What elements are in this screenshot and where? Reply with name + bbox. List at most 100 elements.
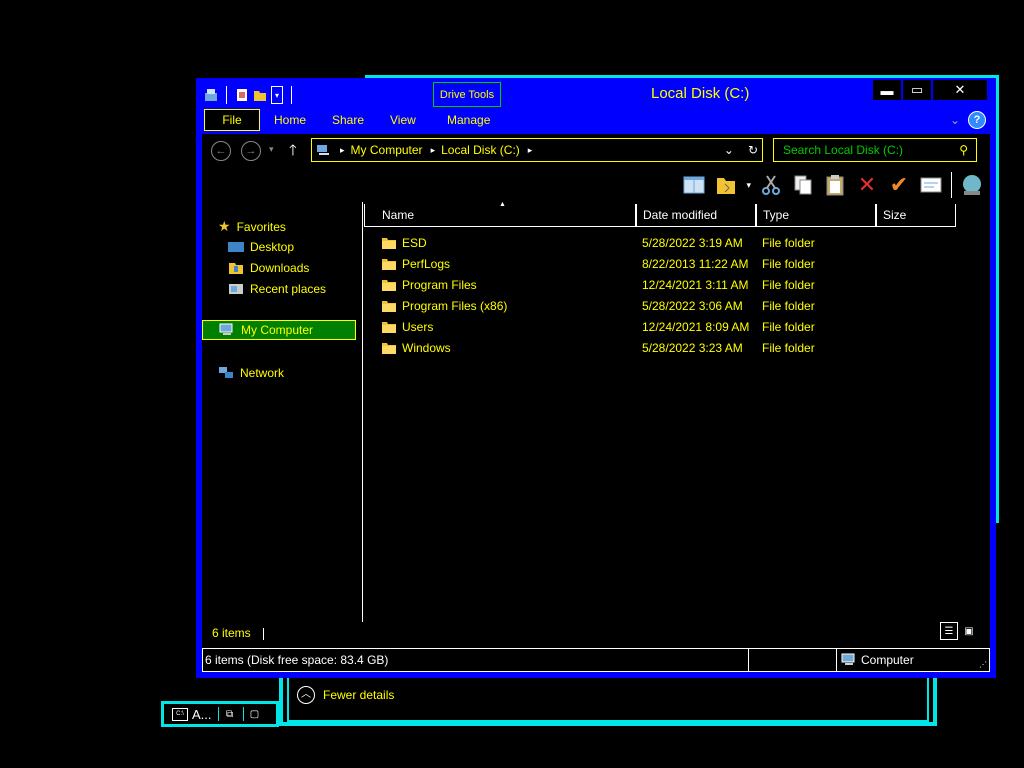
properties-icon[interactable]	[919, 173, 943, 197]
tab-drive-tools[interactable]: Drive Tools	[433, 82, 501, 107]
nav-favorites[interactable]: ★ Favorites	[218, 218, 286, 235]
window-controls: ▬ ▭ ✕	[872, 79, 988, 101]
file-name: Windows	[402, 341, 451, 355]
command-toolbar: ▾ ✕ ✔	[682, 172, 984, 198]
file-row[interactable]: Program Files (x86) 5/28/2022 3:06 AM Fi…	[364, 296, 956, 317]
refresh-icon[interactable]: ↻	[748, 143, 758, 157]
folder-icon	[382, 322, 396, 333]
copy-icon[interactable]	[791, 173, 815, 197]
minimize-button[interactable]: ▬	[872, 79, 902, 101]
downloads-icon	[229, 263, 243, 274]
nav-my-computer[interactable]: My Computer	[202, 320, 356, 340]
rename-icon[interactable]: ✔	[887, 172, 911, 197]
breadcrumb-local-disk[interactable]: Local Disk (C:)	[441, 143, 520, 157]
explorer-window: ▾ Drive Tools Local Disk (C:) ▬ ▭ ✕ File…	[196, 78, 996, 678]
maximize-icon[interactable]: ▢	[242, 707, 262, 721]
forward-button[interactable]: →	[241, 141, 261, 161]
tab-home[interactable]: Home	[274, 109, 306, 131]
search-icon[interactable]: ⚲	[959, 143, 968, 157]
delete-icon[interactable]: ✕	[855, 172, 879, 197]
fewer-details-button[interactable]: ︿ Fewer details	[297, 686, 394, 704]
item-count: 6 items	[212, 626, 251, 640]
ribbon-right-controls: ⌄ ?	[950, 111, 986, 129]
file-row[interactable]: Windows 5/28/2022 3:23 AM File folder	[364, 338, 956, 359]
network-icon	[219, 367, 233, 378]
view-switcher: ☰ ▣	[940, 622, 978, 640]
expand-ribbon-icon[interactable]: ⌄	[950, 113, 960, 127]
help-icon[interactable]: ?	[968, 111, 986, 129]
explorer-client-area: ← → ▾ 🡑 ▸ My Computer ▸ Local Disk (C:) …	[202, 134, 990, 672]
nav-downloads[interactable]: Downloads	[228, 261, 309, 275]
file-date: 12/24/2021 8:09 AM	[642, 320, 750, 334]
explorer-icon[interactable]	[204, 88, 218, 102]
preview-pane-icon[interactable]	[682, 173, 706, 197]
column-header-date-modified[interactable]: Date modified	[636, 204, 756, 226]
file-row[interactable]: ESD 5/28/2022 3:19 AM File folder	[364, 233, 956, 254]
close-button[interactable]: ✕	[932, 79, 988, 101]
taskbar-item-container: C:\ A... ⧉ ▢	[161, 701, 279, 727]
status-bar: 6 items (Disk free space: 83.4 GB) Compu…	[202, 648, 990, 672]
file-row[interactable]: PerfLogs 8/22/2013 11:22 AM File folder	[364, 254, 956, 275]
recent-locations-icon[interactable]: ▾	[269, 144, 274, 155]
quick-access-toolbar: ▾	[204, 86, 296, 104]
file-row[interactable]: Program Files 12/24/2021 3:11 AM File fo…	[364, 275, 956, 296]
tab-file[interactable]: File	[204, 109, 260, 131]
toolbar-separator	[226, 86, 227, 104]
tab-share[interactable]: Share	[332, 109, 364, 131]
breadcrumb-separator-icon[interactable]: ▸	[340, 145, 345, 156]
tab-manage[interactable]: Manage	[447, 109, 490, 131]
address-dropdown-icon[interactable]: ⌄	[724, 143, 734, 157]
file-type: File folder	[762, 341, 815, 355]
column-header-name[interactable]: Name ▲	[364, 201, 636, 226]
nav-desktop[interactable]: Desktop	[228, 240, 294, 254]
file-name: Program Files	[402, 278, 477, 292]
nav-recent-places[interactable]: Recent places	[228, 282, 326, 296]
title-bar[interactable]: ▾ Drive Tools Local Disk (C:) ▬ ▭ ✕	[196, 78, 996, 108]
file-row[interactable]: Users 12/24/2021 8:09 AM File folder	[364, 317, 956, 338]
search-box[interactable]: Search Local Disk (C:) ⚲	[773, 138, 977, 162]
large-icons-view-icon[interactable]: ▣	[960, 622, 978, 640]
folder-icon	[382, 343, 396, 354]
up-arrow-icon[interactable]: 🡑	[289, 140, 297, 165]
nav-network-label: Network	[240, 366, 285, 380]
ribbon-tabs: File Home Share View Manage ⌄ ?	[196, 108, 996, 134]
new-folder-icon[interactable]	[253, 88, 267, 102]
column-header-type[interactable]: Type	[756, 204, 876, 226]
status-divider	[262, 627, 264, 640]
folder-icon	[382, 238, 396, 249]
status-bar-divider	[836, 649, 837, 671]
resize-grip-icon[interactable]: ⋰	[979, 660, 987, 669]
taskbar-item[interactable]: C:\ A... ⧉ ▢	[164, 704, 276, 724]
pane-splitter[interactable]	[362, 202, 363, 622]
item-count-status: 6 items	[212, 626, 264, 640]
breadcrumb-separator-icon[interactable]: ▸	[431, 145, 436, 156]
computer-icon	[841, 653, 855, 665]
breadcrumb-my-computer[interactable]: My Computer	[351, 143, 423, 157]
file-name: PerfLogs	[402, 257, 451, 271]
computer-icon	[317, 145, 329, 155]
status-bar-location: Computer	[841, 653, 914, 667]
console-icon: C:\	[172, 707, 188, 721]
nav-network[interactable]: Network	[218, 366, 284, 380]
file-name: ESD	[402, 236, 427, 250]
cut-icon[interactable]	[759, 173, 783, 197]
properties-icon[interactable]	[235, 88, 249, 102]
folder-icon	[382, 301, 396, 312]
details-view-icon[interactable]: ☰	[940, 622, 958, 640]
column-header-size[interactable]: Size	[876, 204, 956, 226]
move-to-icon[interactable]	[714, 173, 738, 197]
maximize-button[interactable]: ▭	[902, 79, 932, 101]
star-icon: ★	[218, 218, 231, 234]
paste-icon[interactable]	[823, 173, 847, 197]
folder-icon	[382, 259, 396, 270]
restore-icon[interactable]: ⧉	[217, 707, 237, 721]
customize-toolbar-dropdown-icon[interactable]: ▾	[271, 86, 283, 104]
navigation-pane: ★ Favorites Desktop Downloads Recent pla…	[202, 206, 360, 616]
tab-view[interactable]: View	[390, 109, 416, 131]
back-button[interactable]: ←	[211, 141, 231, 161]
move-to-dropdown-icon[interactable]: ▾	[746, 180, 751, 191]
breadcrumb-separator-icon[interactable]: ▸	[528, 145, 533, 156]
network-globe-icon[interactable]	[960, 173, 984, 197]
address-bar[interactable]: ▸ My Computer ▸ Local Disk (C:) ▸ ⌄ ↻	[311, 138, 763, 162]
details-dialog: ︿ Fewer details	[279, 676, 937, 726]
